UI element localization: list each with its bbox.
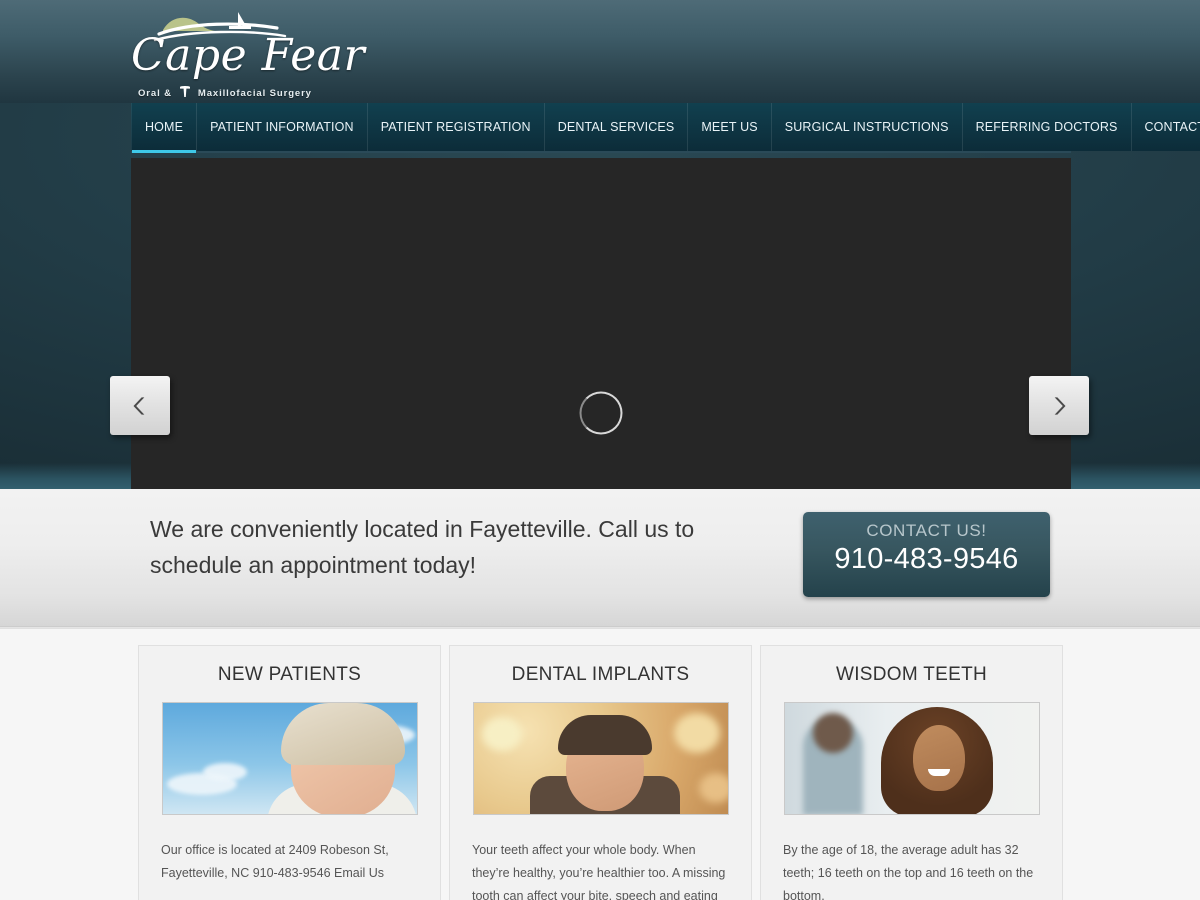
nav-item-patient-information[interactable]: PATIENT INFORMATION: [197, 103, 368, 151]
nav-item-meet-us[interactable]: MEET US: [688, 103, 772, 151]
tooth-icon: [177, 85, 193, 99]
contact-phone-number: 910-483-9546: [834, 543, 1019, 575]
slider-prev-button[interactable]: [110, 376, 170, 435]
site-header: Cape Fear Oral & Maxillofacial Surgery: [0, 0, 1200, 103]
nav-label: SURGICAL INSTRUCTIONS: [784, 120, 949, 134]
site-logo[interactable]: Cape Fear Oral & Maxillofacial Surgery: [131, 8, 365, 100]
nav-label: PATIENT REGISTRATION: [380, 120, 531, 134]
card-new-patients[interactable]: NEW PATIENTS Our office is located at 24…: [138, 645, 441, 900]
nav-item-patient-registration[interactable]: PATIENT REGISTRATION: [367, 103, 545, 151]
card-wisdom-teeth[interactable]: WISDOM TEETH By the age of 18, the avera…: [760, 645, 1063, 900]
chevron-right-icon: [1054, 396, 1066, 415]
banner-headline: We are conveniently located in Fayettevi…: [150, 516, 695, 578]
nav-label: MEET US: [701, 120, 758, 134]
nav-item-dental-services[interactable]: DENTAL SERVICES: [544, 103, 689, 151]
brand-tagline-right: Maxillofacial Surgery: [197, 87, 312, 99]
dental-implants-photo: [472, 702, 729, 815]
nav-item-referring-doctors[interactable]: REFERRING DOCTORS: [962, 103, 1132, 151]
chevron-left-icon: [133, 396, 145, 415]
nav-item-surgical-instructions[interactable]: SURGICAL INSTRUCTIONS: [771, 103, 963, 151]
feature-cards-section: NEW PATIENTS Our office is located at 24…: [0, 627, 1200, 900]
nav-label: CONTACT US: [1144, 120, 1200, 134]
feature-cards: NEW PATIENTS Our office is located at 24…: [138, 645, 1063, 900]
brand-tagline: Oral & Maxillofacial Surgery: [138, 85, 312, 100]
section-divider: [0, 628, 1200, 629]
nav-item-contact-us[interactable]: CONTACT US: [1131, 103, 1200, 151]
card-body: Your teeth affect your whole body. When …: [472, 843, 726, 900]
loading-spinner-icon: [579, 391, 623, 435]
brand-tagline-left: Oral &: [138, 87, 172, 99]
nav-label: DENTAL SERVICES: [557, 120, 675, 134]
hero-section: HOME PATIENT INFORMATION PATIENT REGISTR…: [0, 103, 1200, 489]
brand-name: Cape Fear: [131, 30, 366, 81]
nav-label: HOME: [145, 120, 184, 134]
nav-item-home[interactable]: HOME: [131, 103, 198, 153]
new-patients-photo: [161, 702, 418, 815]
nav-label: REFERRING DOCTORS: [975, 120, 1118, 134]
slider-next-button[interactable]: [1029, 376, 1089, 435]
hero-slideshow[interactable]: [131, 158, 1071, 489]
card-body: By the age of 18, the average adult has …: [783, 843, 1034, 900]
card-dental-implants[interactable]: DENTAL IMPLANTS Your teeth affect your w…: [449, 645, 752, 900]
card-title: DENTAL IMPLANTS: [511, 664, 690, 685]
contact-us-button[interactable]: CONTACT US! 910-483-9546: [803, 512, 1050, 597]
contact-us-label: CONTACT US!: [866, 521, 987, 540]
wisdom-teeth-photo: [783, 702, 1040, 815]
primary-navigation: HOME PATIENT INFORMATION PATIENT REGISTR…: [131, 103, 1200, 153]
card-title: NEW PATIENTS: [217, 664, 362, 685]
card-title: WISDOM TEETH: [835, 664, 988, 685]
nav-label: PATIENT INFORMATION: [210, 120, 354, 134]
card-body: Our office is located at 2409 Robeson St…: [161, 843, 389, 880]
